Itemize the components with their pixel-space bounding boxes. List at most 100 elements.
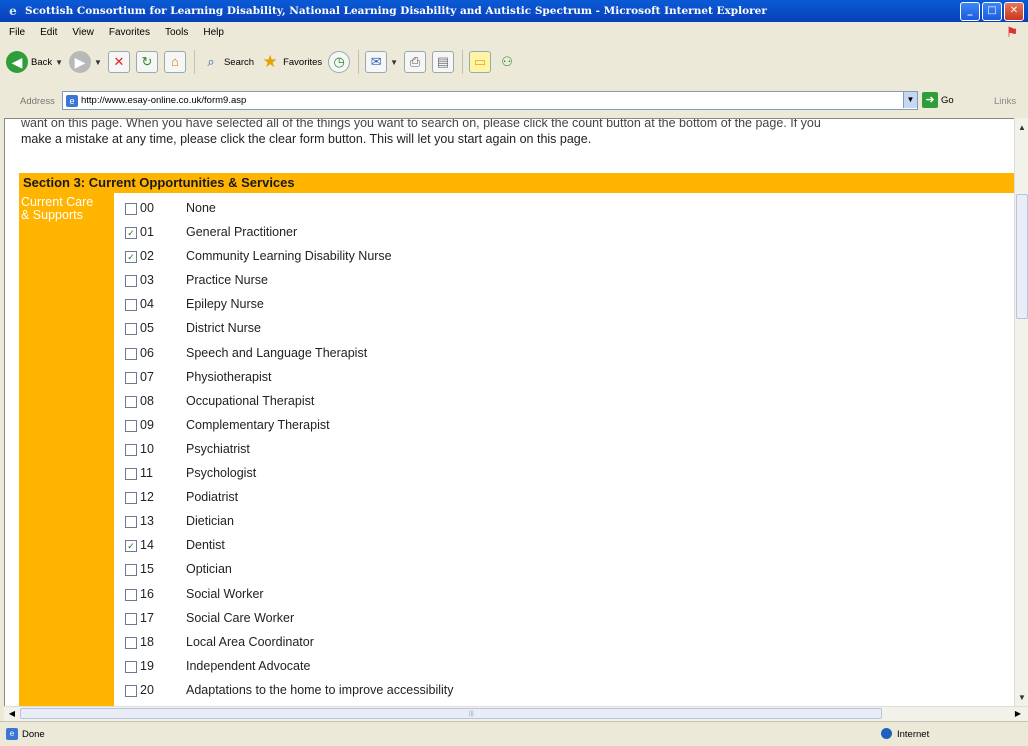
- option-code: 19: [140, 658, 154, 673]
- vertical-scroll-thumb[interactable]: [1016, 194, 1028, 319]
- history-button[interactable]: ◷: [328, 51, 351, 73]
- option-label: Complementary Therapist: [186, 417, 330, 432]
- print-button[interactable]: ⎙: [404, 51, 427, 73]
- option-code: 04: [140, 297, 154, 312]
- option-checkbox[interactable]: [125, 468, 137, 481]
- option-code: 05: [140, 321, 154, 336]
- option-code: 07: [140, 369, 154, 384]
- option-code: 11: [140, 466, 153, 481]
- option-checkbox[interactable]: [125, 299, 137, 312]
- menu-file[interactable]: File: [9, 27, 25, 38]
- option-label: Adaptations to the home to improve acces…: [186, 682, 454, 697]
- option-label: Psychiatrist: [186, 441, 250, 456]
- option-code: 03: [140, 273, 154, 288]
- option-label: None: [186, 201, 216, 215]
- option-checkbox[interactable]: [125, 492, 137, 505]
- close-button[interactable]: ✕: [1004, 1, 1024, 21]
- option-code: 16: [140, 586, 154, 601]
- messenger-button[interactable]: ⚇: [497, 52, 517, 72]
- option-checkbox[interactable]: ✓: [125, 227, 137, 240]
- option-code: 17: [140, 610, 154, 625]
- search-button[interactable]: ⌕ Search: [201, 52, 254, 72]
- option-code: 00: [140, 201, 154, 215]
- edit-button[interactable]: ▤: [432, 51, 455, 73]
- scroll-left-icon[interactable]: ◀: [6, 708, 18, 720]
- page-content: want on this page. When you have selecte…: [4, 118, 1016, 708]
- option-checkbox[interactable]: [125, 323, 137, 336]
- menu-help[interactable]: Help: [203, 27, 224, 38]
- option-checkbox[interactable]: ✓: [125, 540, 137, 553]
- scroll-right-icon[interactable]: ▶: [1012, 708, 1024, 720]
- scroll-up-icon[interactable]: ▲: [1016, 122, 1028, 134]
- option-label: Social Care Worker: [186, 610, 295, 625]
- option-checkbox[interactable]: [125, 612, 137, 625]
- option-checkbox[interactable]: [125, 564, 137, 577]
- option-checkbox[interactable]: [125, 684, 137, 697]
- stop-button[interactable]: ✕: [107, 51, 130, 73]
- option-checkbox[interactable]: [125, 636, 137, 649]
- horizontal-scroll-thumb[interactable]: |||: [20, 708, 882, 719]
- menu-bar: File Edit View Favorites Tools Help ⚑: [0, 22, 1028, 43]
- option-label: Speech and Language Therapist: [186, 345, 368, 360]
- option-checkbox[interactable]: [125, 203, 137, 215]
- notes-icon: ▭: [469, 51, 492, 73]
- intro-line-2: make a mistake at any time, please click…: [21, 132, 592, 146]
- option-code: 08: [140, 393, 154, 408]
- menu-tools[interactable]: Tools: [165, 27, 188, 38]
- forward-button[interactable]: ▶ ▼: [69, 51, 102, 73]
- option-code: 12: [140, 490, 154, 505]
- mail-button[interactable]: ✉ ▼: [365, 51, 398, 73]
- option-label: Physiotherapist: [186, 369, 272, 384]
- maximize-button[interactable]: □: [982, 1, 1002, 21]
- vertical-scrollbar[interactable]: ▲ ▼: [1014, 118, 1028, 706]
- back-dropdown-icon[interactable]: ▼: [55, 58, 63, 67]
- option-checkbox[interactable]: [125, 588, 137, 601]
- minimize-button[interactable]: _: [960, 1, 980, 21]
- back-label: Back: [31, 56, 53, 68]
- links-button[interactable]: Links: [994, 96, 1016, 107]
- favorites-button[interactable]: ★ Favorites: [260, 52, 322, 72]
- address-dropdown-icon[interactable]: ▼: [903, 92, 917, 108]
- category-label: Current Care & Supports: [19, 193, 114, 222]
- option-checkbox[interactable]: [125, 395, 137, 408]
- option-checkbox[interactable]: [125, 419, 137, 432]
- option-code: 01: [140, 225, 154, 240]
- back-arrow-icon: ◀: [6, 51, 28, 73]
- notes-button[interactable]: ▭: [469, 51, 492, 73]
- title-bar: e Scottish Consortium for Learning Disab…: [0, 0, 1028, 22]
- option-checkbox[interactable]: [125, 516, 137, 529]
- refresh-button[interactable]: ↻: [135, 51, 158, 73]
- option-checkbox[interactable]: [125, 275, 137, 288]
- scroll-down-icon[interactable]: ▼: [1016, 692, 1028, 704]
- intro-text: want on this page. When you have selecte…: [21, 119, 1001, 147]
- option-checkbox[interactable]: [125, 347, 137, 360]
- edit-icon: ▤: [432, 51, 455, 73]
- mail-dropdown-icon[interactable]: ▼: [390, 58, 398, 67]
- go-button[interactable]: ➜ Go: [922, 92, 954, 108]
- menu-view[interactable]: View: [72, 27, 94, 38]
- option-code: 09: [140, 417, 154, 432]
- section-header: Section 3: Current Opportunities & Servi…: [19, 173, 1015, 193]
- option-checkbox[interactable]: [125, 443, 137, 456]
- forward-dropdown-icon[interactable]: ▼: [94, 58, 102, 67]
- page-done-icon: e: [6, 728, 18, 740]
- history-icon: ◷: [328, 51, 351, 73]
- ie-icon: e: [9, 4, 17, 18]
- go-arrow-icon: ➜: [922, 92, 938, 108]
- home-button[interactable]: ⌂: [163, 51, 186, 73]
- option-checkbox[interactable]: [125, 660, 137, 673]
- menu-favorites[interactable]: Favorites: [109, 27, 150, 38]
- security-zone: Internet: [897, 729, 930, 740]
- option-label: Dentist: [186, 538, 225, 553]
- horizontal-scrollbar[interactable]: ◀ ||| ▶: [4, 706, 1028, 721]
- menu-edit[interactable]: Edit: [40, 27, 57, 38]
- option-checkbox[interactable]: ✓: [125, 251, 137, 264]
- option-code: 14: [140, 538, 154, 553]
- option-checkbox[interactable]: [125, 371, 137, 384]
- search-icon: ⌕: [207, 54, 215, 69]
- address-input[interactable]: e http://www.esay-online.co.uk/form9.asp: [62, 91, 918, 110]
- toolbar-separator: [462, 50, 464, 74]
- back-button[interactable]: ◀ Back ▼: [6, 51, 63, 73]
- page-icon: e: [66, 94, 78, 107]
- option-label: Optician: [186, 562, 232, 577]
